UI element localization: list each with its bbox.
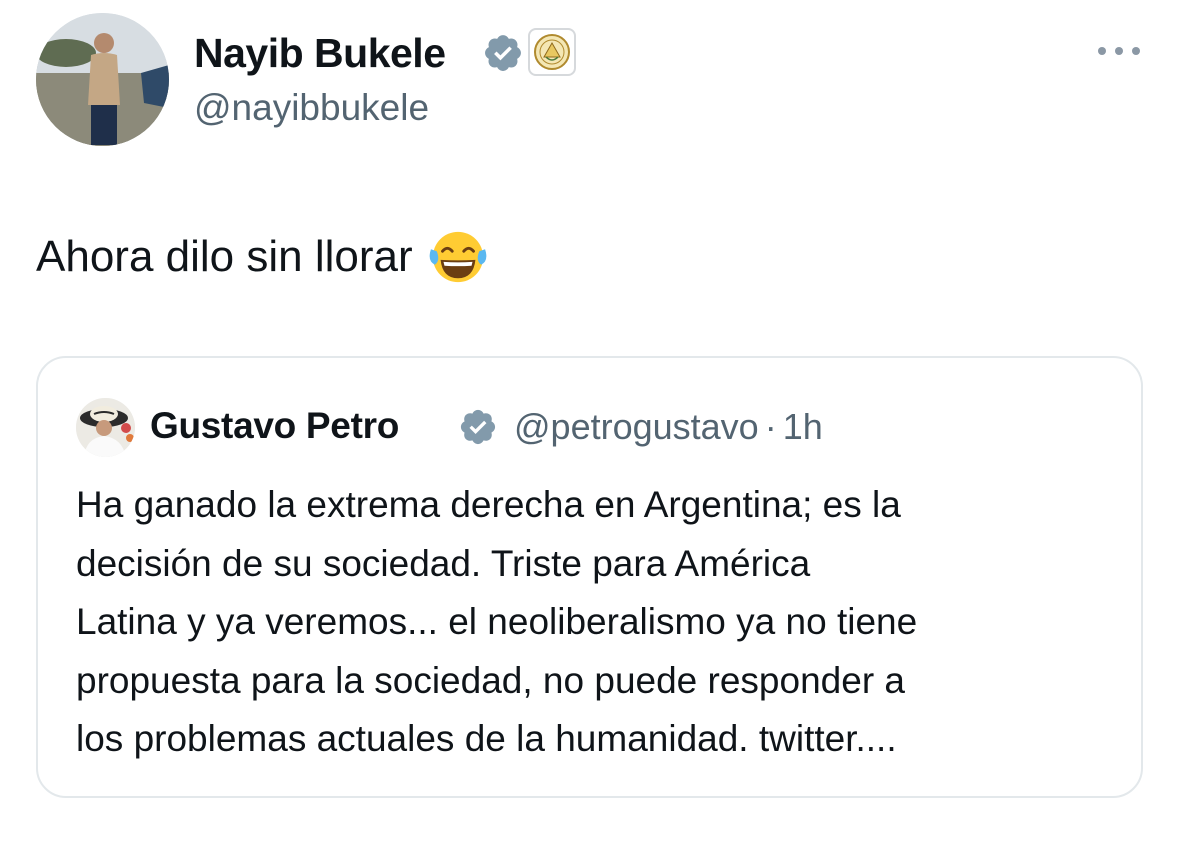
tweet-text: Ahora dilo sin llorar (36, 232, 413, 281)
more-dot (1098, 47, 1106, 55)
verified-badge-icon (485, 35, 521, 71)
author-avatar[interactable] (36, 13, 169, 146)
quoted-tweet-card[interactable]: Gustavo Petro @petrogustavo · 1h Ha ganado… (36, 356, 1143, 798)
quoted-text-line: propuesta para la sociedad, no puede res… (76, 659, 905, 701)
more-dot (1115, 47, 1123, 55)
quoted-author-avatar[interactable] (76, 398, 135, 457)
quoted-author-name[interactable]: Gustavo Petro (150, 405, 399, 447)
author-name[interactable]: Nayib Bukele (194, 30, 446, 76)
quoted-text-line: Ha ganado la extrema derecha en Argentin… (76, 484, 901, 525)
quoted-text-line: los problemas actuales de la humanidad. … (76, 718, 897, 759)
more-options-icon[interactable] (1094, 36, 1144, 66)
quoted-author-avatar-image (76, 398, 135, 457)
el-salvador-coat-of-arms-icon[interactable] (528, 28, 576, 76)
quoted-meta: @petrogustavo · 1h (514, 406, 823, 448)
quoted-timestamp[interactable]: 1h (783, 406, 823, 447)
more-dot (1132, 47, 1140, 55)
author-avatar-image (36, 13, 169, 146)
quoted-author-handle[interactable]: @petrogustavo (514, 406, 759, 447)
tweet-text-row: Ahora dilo sin llorar (36, 228, 489, 286)
quoted-text-line: decisión de su sociedad. Triste para Amé… (76, 542, 811, 584)
verified-badge-icon (460, 409, 496, 445)
quoted-tweet-text: Ha ganado la extrema derecha en Argentin… (76, 476, 1116, 769)
face-with-tears-of-joy-icon (429, 231, 486, 283)
author-handle[interactable]: @nayibbukele (194, 87, 429, 129)
quoted-text-line: Latina y ya veremos... el neoliberalismo… (76, 601, 918, 642)
meta-separator: · (764, 406, 777, 447)
